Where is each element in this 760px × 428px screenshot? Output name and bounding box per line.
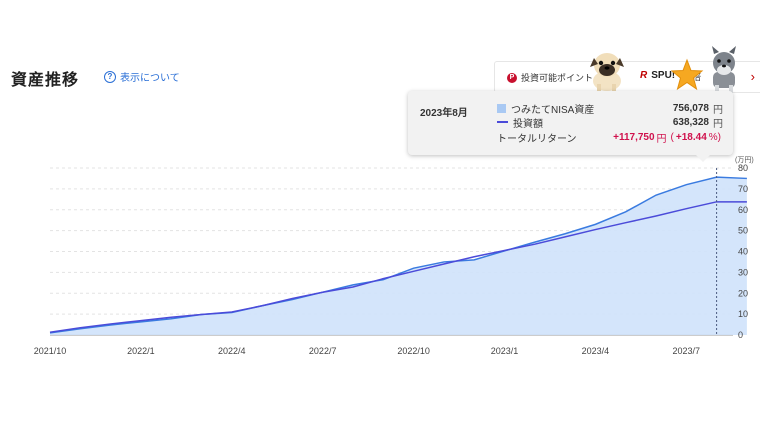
invest-unit: 円 xyxy=(713,118,723,130)
y-tick-label: 30 xyxy=(738,267,748,277)
y-tick-label: 0 xyxy=(738,330,743,340)
y-tick-label: 40 xyxy=(738,247,748,257)
invest-label: 投資額 xyxy=(513,118,543,130)
return-percent-unit: %) xyxy=(708,131,721,143)
x-tick-label: 2022/7 xyxy=(309,346,337,356)
tooltip-invest-row: 投資額 638,328 円 xyxy=(497,115,723,130)
asset-label: つみたてNISA資産 xyxy=(511,104,595,116)
x-tick-label: 2022/4 xyxy=(218,346,246,356)
chart-tooltip: 2023年8月 つみたてNISA資産 756,078 円 投資額 638,328 円… xyxy=(408,91,733,162)
y-tick-label: 20 xyxy=(738,288,748,298)
asset-value: 756,078 xyxy=(672,102,709,114)
tooltip-date: 2023年8月 xyxy=(420,108,468,119)
x-tick-label: 2023/4 xyxy=(582,346,610,356)
x-tick-label: 2022/10 xyxy=(397,346,430,356)
tooltip-return-row: トータルリターン +117,750 円 ( +18.44 %) xyxy=(497,130,723,145)
y-tick-label: 70 xyxy=(738,184,748,194)
y-tick-label: 50 xyxy=(738,226,748,236)
y-tick-label: 10 xyxy=(738,309,748,319)
y-unit-label: (万円) xyxy=(735,156,754,164)
x-tick-label: 2023/1 xyxy=(491,346,519,356)
return-label: トータルリターン xyxy=(497,133,577,145)
x-tick-label: 2023/7 xyxy=(673,346,701,356)
asset-area xyxy=(50,177,747,335)
x-tick-label: 2022/1 xyxy=(127,346,155,356)
return-percent: +18.44 xyxy=(675,131,707,143)
return-value: +117,750 xyxy=(613,131,655,143)
asset-chart: 0 10 20 30 40 50 60 70 80 2021/10 2022/1 2022/4 202… xyxy=(34,156,754,356)
tooltip-asset-row: つみたてNISA資産 756,078 円 xyxy=(497,101,723,116)
invest-legend-swatch xyxy=(497,121,508,123)
return-unit: 円 xyxy=(656,133,667,145)
return-open-paren: ( xyxy=(670,131,674,143)
y-tick-label: 80 xyxy=(738,163,748,173)
x-tick-label: 2021/10 xyxy=(34,346,67,356)
asset-unit: 円 xyxy=(713,104,723,116)
invest-value: 638,328 xyxy=(672,116,709,128)
asset-legend-swatch xyxy=(497,103,506,113)
y-tick-label: 60 xyxy=(738,205,748,215)
